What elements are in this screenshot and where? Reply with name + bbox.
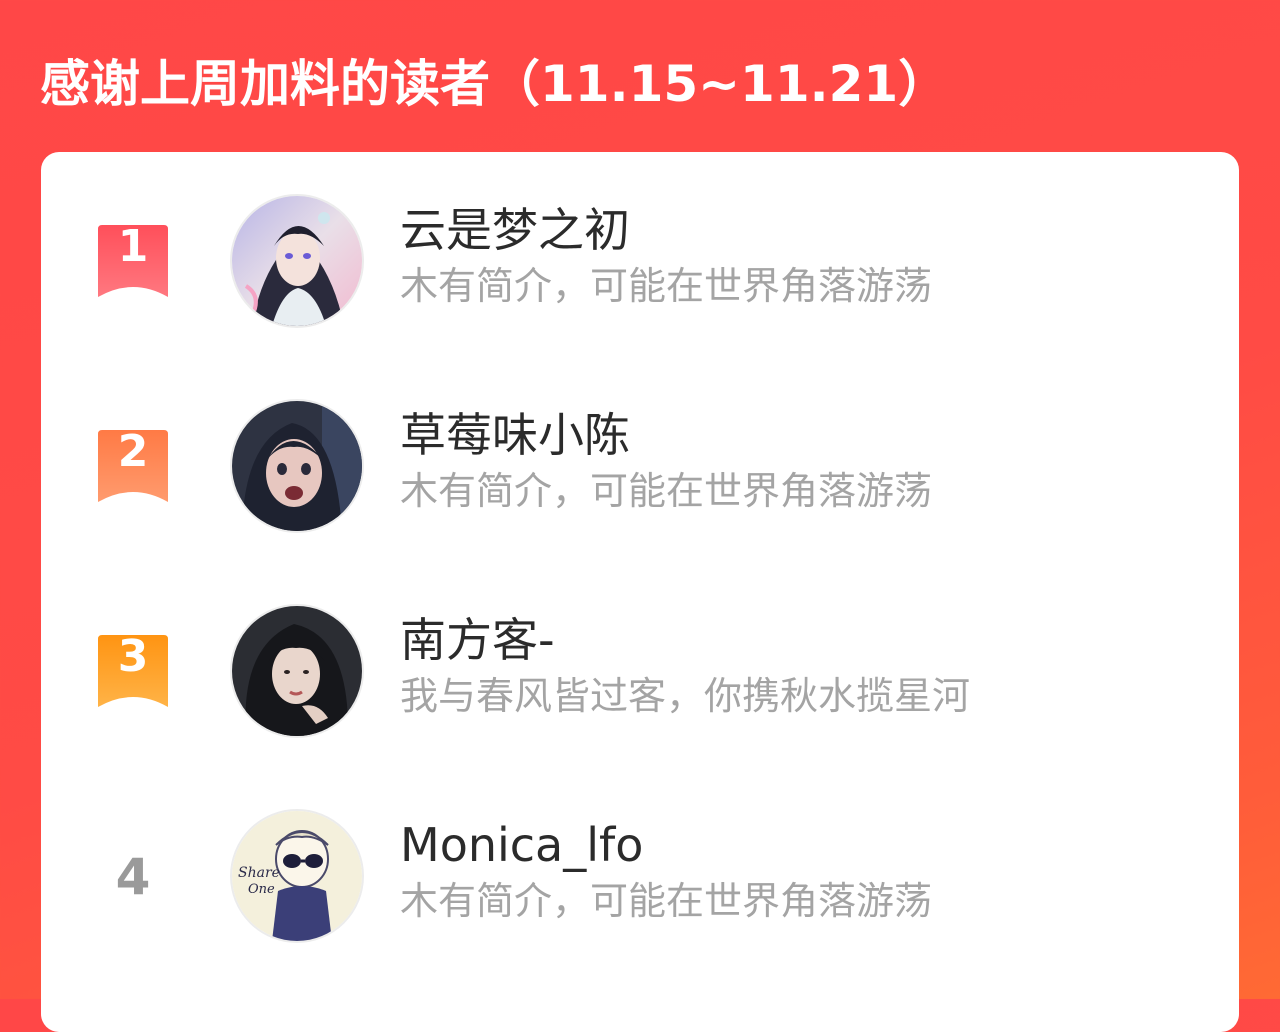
rank-badge-2: 2 [98, 426, 168, 502]
rank-number: 4 [115, 848, 151, 906]
reader-bio: 木有简介，可能在世界角落游荡 [400, 469, 933, 513]
reader-name[interactable]: 云是梦之初 [400, 202, 630, 258]
rank-number: 3 [117, 631, 149, 682]
reader-bio: 木有简介，可能在世界角落游荡 [400, 264, 933, 308]
rank-number: 2 [117, 426, 149, 477]
avatar[interactable] [230, 604, 364, 738]
reader-name[interactable]: 草莓味小陈 [400, 407, 630, 463]
rank-number: 1 [117, 221, 149, 272]
avatar[interactable] [230, 194, 364, 328]
reader-row[interactable]: 4 Share One Monica_lfo 木有简介，可能在世界角落游荡 [41, 807, 1239, 947]
reader-name[interactable]: Monica_lfo [400, 817, 643, 873]
rank-badge-1: 1 [98, 221, 168, 297]
reader-bio: 木有简介，可能在世界角落游荡 [400, 879, 933, 923]
avatar[interactable]: Share One [230, 809, 364, 943]
anime-girl-avatar-icon [232, 401, 362, 531]
page-title: 感谢上周加料的读者（11.15~11.21） [40, 55, 949, 113]
svg-text:Share: Share [238, 865, 280, 881]
portrait-photo-avatar-icon [232, 606, 362, 736]
reader-bio: 我与春风皆过客，你携秋水揽星河 [400, 674, 971, 718]
avatar[interactable] [230, 399, 364, 533]
rank-badge-3: 3 [98, 631, 168, 707]
reader-list-card: 1 云是梦之初 木有简介，可能在世界角落游荡 2 草莓味小陈 木有简介，可能在世… [41, 152, 1239, 1032]
reader-row[interactable]: 2 草莓味小陈 木有简介，可能在世界角落游荡 [41, 397, 1239, 537]
anime-character-avatar-icon [232, 196, 362, 326]
reader-row[interactable]: 3 南方客- 我与春风皆过客，你携秋水揽星河 [41, 602, 1239, 742]
reader-row[interactable]: 1 云是梦之初 木有简介，可能在世界角落游荡 [41, 192, 1239, 332]
reader-name[interactable]: 南方客- [400, 612, 555, 668]
svg-text:One: One [248, 882, 275, 897]
cartoon-sunglasses-avatar-icon: Share One [232, 811, 362, 941]
